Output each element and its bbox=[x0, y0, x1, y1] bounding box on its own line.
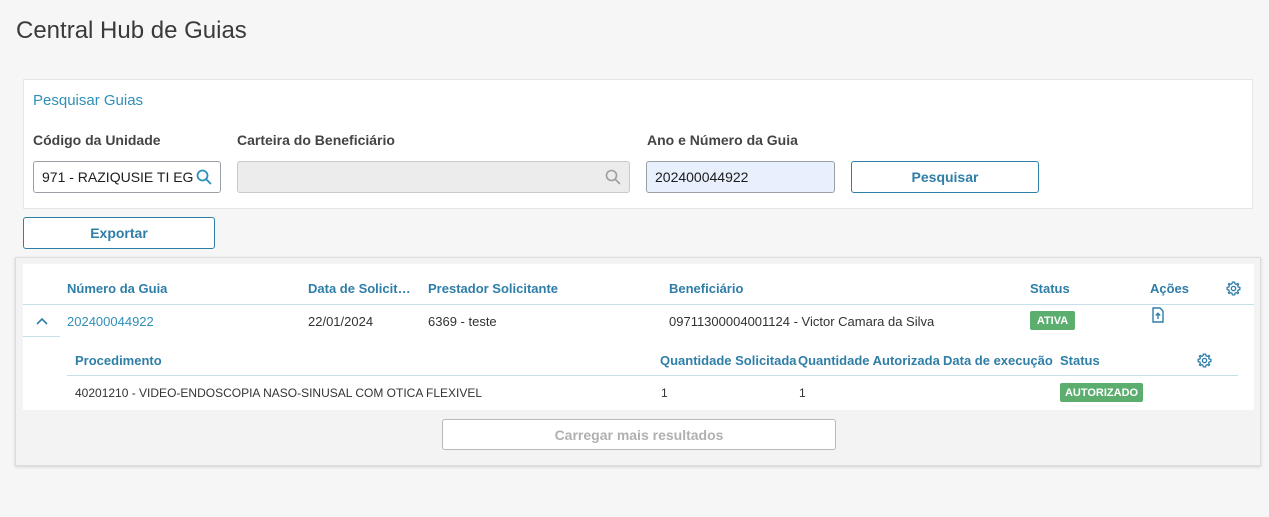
search-icon[interactable] bbox=[196, 169, 212, 185]
column-header-numero[interactable]: Número da Guia bbox=[67, 281, 187, 296]
load-more-button[interactable]: Carregar mais resultados bbox=[442, 419, 836, 450]
procedure-name: 40201210 - VIDEO-ENDOSCOPIA NASO-SINUSAL… bbox=[75, 386, 483, 400]
column-header-data[interactable]: Data de Solicitação bbox=[308, 281, 411, 296]
search-icon bbox=[605, 169, 621, 185]
beneficiary-card-input[interactable] bbox=[237, 161, 630, 193]
column-header-status[interactable]: Status bbox=[1030, 281, 1110, 296]
detail-header-qtd-autorizada: Quantidade Autorizada bbox=[798, 353, 940, 368]
document-upload-icon[interactable] bbox=[1151, 307, 1165, 323]
guide-number-value: 202400044922 bbox=[655, 169, 749, 185]
search-card: Pesquisar Guias Código da Unidade Cartei… bbox=[23, 79, 1253, 209]
status-badge: ATIVA bbox=[1030, 311, 1075, 330]
gear-icon[interactable] bbox=[1197, 353, 1212, 368]
detail-header-data-execucao: Data de execução bbox=[943, 353, 1053, 368]
detail-header-divider bbox=[67, 375, 1238, 376]
guide-number-input[interactable]: 202400044922 bbox=[646, 161, 835, 193]
page-title: Central Hub de Guias bbox=[16, 17, 247, 44]
beneficiary-card-label: Carteira do Beneficiário bbox=[237, 132, 395, 148]
unit-code-input[interactable]: 971 - RAZIQUSIE TI EG bbox=[33, 161, 221, 193]
column-header-beneficiario[interactable]: Beneficiário bbox=[669, 281, 869, 296]
header-divider bbox=[23, 304, 1254, 305]
column-header-prestador[interactable]: Prestador Solicitante bbox=[428, 281, 628, 296]
quantity-authorized: 1 bbox=[799, 386, 806, 400]
unit-code-value: 971 - RAZIQUSIE TI EG bbox=[42, 169, 194, 185]
unit-code-label: Código da Unidade bbox=[33, 132, 161, 148]
detail-header-procedimento: Procedimento bbox=[75, 353, 162, 368]
quantity-requested: 1 bbox=[661, 386, 668, 400]
detail-header-status: Status bbox=[1060, 353, 1100, 368]
detail-header-qtd-solicitada: Quantidade Solicitada bbox=[660, 353, 797, 368]
results-panel: Número da Guia Data de Solicitação Prest… bbox=[15, 257, 1261, 466]
guide-number-label: Ano e Número da Guia bbox=[647, 132, 798, 148]
beneficiary: 09711300004001124 - Victor Camara da Sil… bbox=[669, 314, 935, 329]
expand-row-button[interactable] bbox=[23, 305, 60, 337]
results-table: Número da Guia Data de Solicitação Prest… bbox=[23, 264, 1254, 410]
column-header-acoes: Ações bbox=[1150, 281, 1190, 296]
chevron-up-icon bbox=[35, 317, 48, 325]
request-date: 22/01/2024 bbox=[308, 314, 374, 329]
search-section-title: Pesquisar Guias bbox=[33, 92, 144, 109]
guide-number-link[interactable]: 202400044922 bbox=[67, 314, 154, 329]
search-button[interactable]: Pesquisar bbox=[851, 161, 1039, 193]
requesting-provider: 6369 - teste bbox=[428, 314, 497, 329]
procedure-status-badge: AUTORIZADO bbox=[1060, 383, 1143, 402]
gear-icon[interactable] bbox=[1226, 281, 1241, 296]
export-button[interactable]: Exportar bbox=[23, 217, 215, 249]
